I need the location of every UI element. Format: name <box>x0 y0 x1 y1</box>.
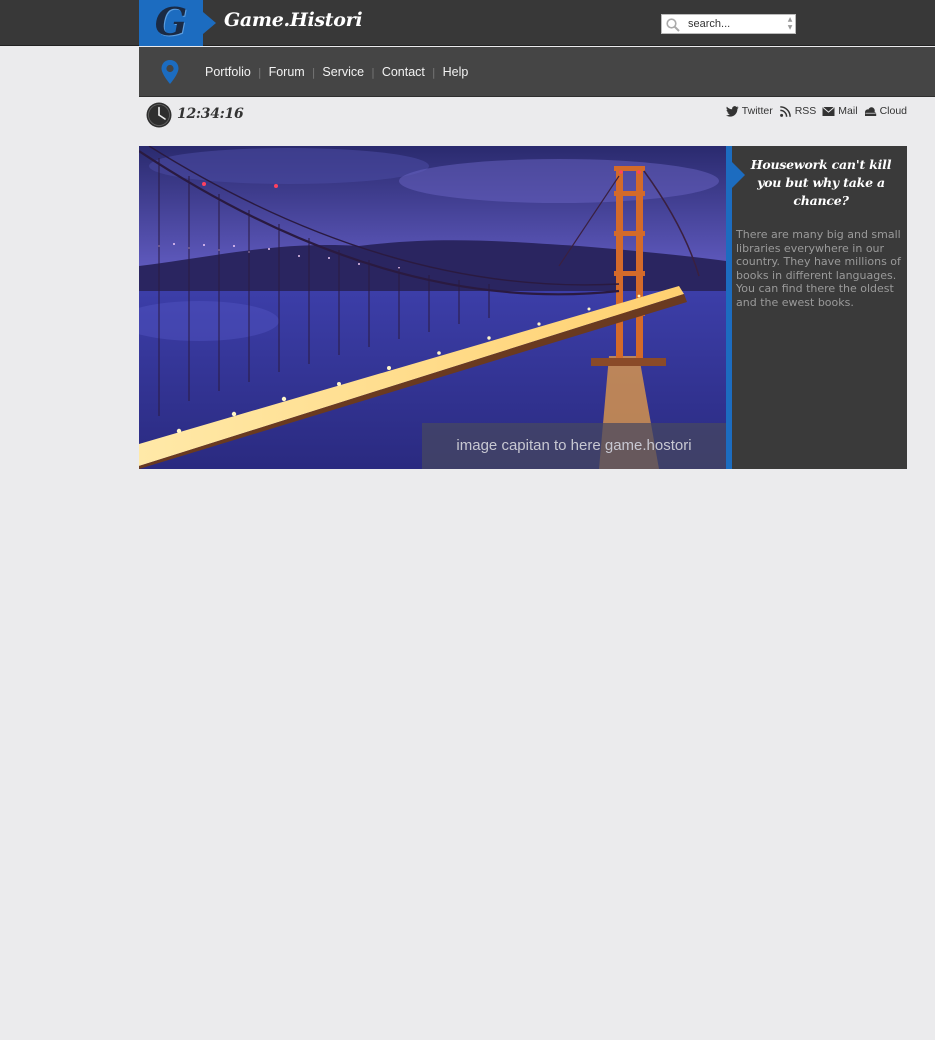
main-nav: Portfolio | Forum | Service | Contact | … <box>199 47 474 97</box>
rss-icon <box>779 105 791 117</box>
social-label: RSS <box>794 105 817 117</box>
social-mail[interactable]: Mail <box>822 105 858 117</box>
clock-time: 12:34:16 <box>177 106 244 122</box>
twitter-icon <box>725 105 739 117</box>
nav-bar: Portfolio | Forum | Service | Contact | … <box>139 47 935 97</box>
side-heading: Housework can't kill you but why take a … <box>750 157 892 208</box>
nav-item-contact[interactable]: Contact <box>376 65 431 79</box>
search-icon <box>666 18 680 32</box>
logo-letter: G <box>154 0 188 44</box>
location-pin-icon <box>161 60 179 84</box>
social-label: Mail <box>838 105 858 117</box>
cloud-icon <box>864 106 876 116</box>
mail-icon <box>822 106 835 116</box>
site-title[interactable]: Game.Histori <box>224 9 363 31</box>
side-arrow <box>732 162 745 188</box>
nav-item-forum[interactable]: Forum <box>263 65 311 79</box>
hero-image: image capitan to here game.hostori <box>139 146 726 469</box>
social-label: Cloud <box>879 105 907 117</box>
logo[interactable]: G <box>139 0 203 46</box>
side-body-text: There are many big and small libraries e… <box>736 228 901 309</box>
clock-icon <box>146 102 172 128</box>
search-box[interactable]: ▲▼ <box>661 14 796 34</box>
hero-caption: image capitan to here game.hostori <box>422 423 726 469</box>
social-twitter[interactable]: Twitter <box>725 105 773 117</box>
social-rss[interactable]: RSS <box>779 105 817 117</box>
bridge-photo <box>139 146 726 469</box>
social-links: Twitter RSS Mail Cloud <box>725 105 907 117</box>
search-input[interactable] <box>686 15 784 33</box>
nav-item-portfolio[interactable]: Portfolio <box>199 65 257 79</box>
nav-item-service[interactable]: Service <box>316 65 370 79</box>
social-cloud[interactable]: Cloud <box>864 105 907 117</box>
social-label: Twitter <box>741 105 773 117</box>
side-panel: Housework can't kill you but why take a … <box>732 146 907 469</box>
logo-arrow <box>203 12 216 34</box>
nav-item-help[interactable]: Help <box>437 65 475 79</box>
search-spinner[interactable]: ▲ ▼ <box>786 16 794 32</box>
